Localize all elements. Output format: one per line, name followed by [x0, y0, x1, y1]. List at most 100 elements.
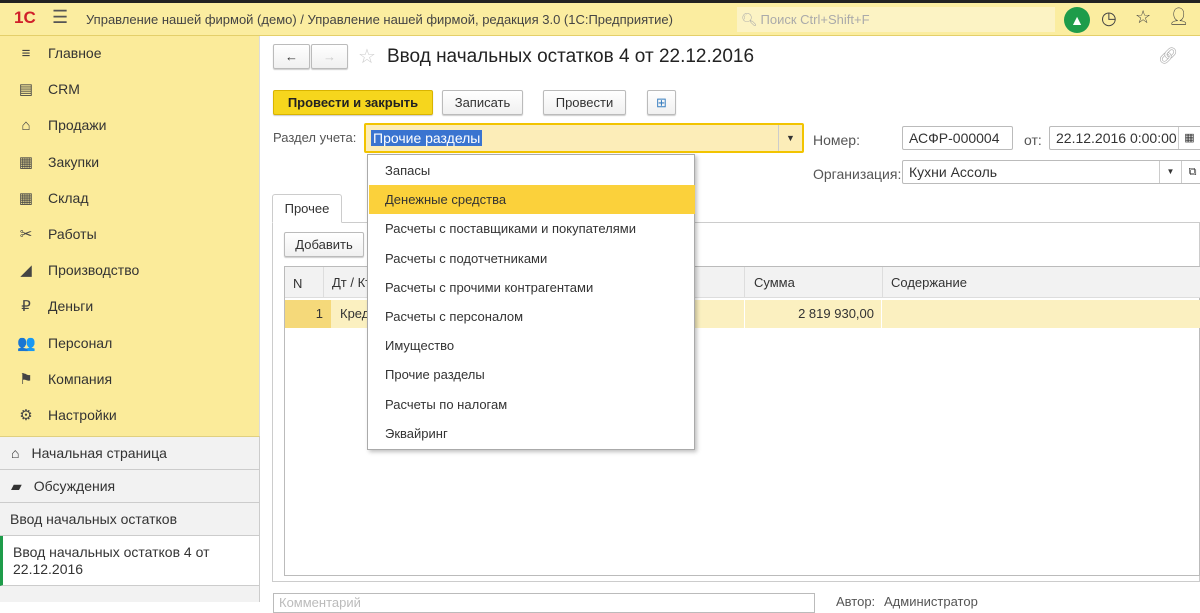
row-number: 1 — [285, 300, 331, 328]
search-placeholder: Поиск Ctrl+Shift+F — [760, 12, 870, 27]
sidebar-item-10[interactable]: ⚙ Настройки — [0, 398, 259, 432]
search-icon: 🔍︎ — [741, 11, 758, 27]
user-icon[interactable]: 👤︎ — [1168, 7, 1190, 27]
sidebar-item-2[interactable]: ⌂ Продажи — [0, 108, 259, 142]
sidebar-item-label: Деньги — [48, 298, 94, 315]
sidebar-item-9[interactable]: ⚑ Компания — [0, 362, 259, 396]
dropdown-item[interactable]: Расчеты с персоналом — [369, 302, 695, 331]
window-tab-current-label: Ввод начальных остатков 4 от 22.12.2016 — [13, 543, 210, 577]
sidebar-item-8[interactable]: 👥 Персонал — [0, 326, 259, 360]
chevron-down-icon[interactable]: ▼ — [778, 125, 802, 151]
home-page-link[interactable]: ⌂ Начальная страница — [0, 437, 259, 470]
sidebar-item-5[interactable]: ✂ Работы — [0, 217, 259, 251]
sidebar-icon: 👥 — [17, 334, 36, 352]
sidebar-icon: ▦ — [18, 153, 34, 171]
organization-value: Кухни Ассоль — [909, 164, 998, 180]
history-icon[interactable]: ◷ — [1101, 8, 1117, 29]
sidebar-item-label: Настройки — [48, 407, 117, 423]
save-button[interactable]: Записать — [442, 90, 523, 115]
dropdown-item[interactable]: Эквайринг — [369, 419, 695, 448]
dropdown-item[interactable]: Запасы — [369, 156, 695, 185]
forward-button[interactable]: → — [311, 44, 348, 69]
sidebar-item-7[interactable]: ₽ Деньги — [0, 289, 259, 323]
sidebar-icon: ⚙ — [19, 407, 33, 424]
comment-input[interactable]: Комментарий — [273, 593, 815, 613]
favorites-star-icon[interactable]: ☆ — [1135, 7, 1151, 28]
sidebar-icon: ⌂ — [21, 116, 31, 134]
column-header-sum[interactable]: Сумма — [744, 267, 795, 298]
row-sum: 2 819 930,00 — [744, 300, 882, 328]
page-title: Ввод начальных остатков 4 от 22.12.2016 — [387, 46, 755, 67]
sidebar-item-4[interactable]: ▦ Склад — [0, 181, 259, 215]
sidebar-item-label: Компания — [48, 370, 113, 387]
sidebar-item-label: Персонал — [48, 334, 113, 351]
post-and-close-button[interactable]: Провести и закрыть — [273, 90, 433, 115]
sidebar-item-0[interactable]: ≡ Главное — [0, 36, 259, 70]
date-value: 22.12.2016 0:00:00 — [1056, 130, 1177, 146]
sidebar-item-label: CRM — [48, 81, 80, 98]
sidebar-item-label: Работы — [48, 226, 97, 242]
notifications-bell-icon[interactable]: ▲ — [1064, 7, 1090, 33]
discussions-link[interactable]: ▰ Обсуждения — [0, 470, 259, 503]
calendar-icon[interactable]: ▦ — [1178, 127, 1200, 149]
dropdown-item[interactable]: Имущество — [369, 331, 695, 360]
sidebar-item-label: Закупки — [48, 153, 100, 170]
window-tab-list-label: Ввод начальных остатков — [10, 511, 178, 527]
menu-icon[interactable]: ☰ — [52, 7, 68, 28]
link-icon[interactable]: 🔗︎ — [1158, 46, 1178, 66]
dropdown-item[interactable]: Расчеты с подотчетниками — [369, 244, 695, 273]
app-title: Управление нашей фирмой (демо) / Управле… — [86, 12, 673, 27]
sidebar-icon: ₽ — [21, 298, 31, 316]
sidebar-icon: ▤ — [18, 81, 34, 99]
app-logo: 1С — [14, 8, 36, 27]
dropdown-item[interactable]: Расчеты по налогам — [369, 390, 695, 419]
chevron-down-icon[interactable]: ▼ — [1159, 161, 1181, 183]
back-button[interactable]: ← — [273, 44, 310, 69]
sidebar-item-label: Производство — [48, 262, 140, 279]
dropdown-item[interactable]: Денежные средства — [369, 185, 695, 215]
section-dropdown-list: Запасы Денежные средства Расчеты с поставщ… — [367, 154, 695, 450]
sidebar-icon: ⚑ — [19, 370, 33, 388]
tab-other[interactable]: Прочее — [272, 194, 342, 223]
sidebar-item-3[interactable]: ▦ Закупки — [0, 145, 259, 179]
sidebar-icon: ≡ — [21, 44, 31, 62]
dropdown-item[interactable]: Расчеты с прочими контрагентами — [369, 273, 695, 302]
chat-icon: ▰ — [11, 477, 22, 494]
post-button[interactable]: Провести — [543, 90, 626, 115]
sidebar-item-label: Склад — [48, 189, 89, 206]
sidebar-item-6[interactable]: ◢ Производство — [0, 253, 259, 287]
date-field[interactable]: 22.12.2016 0:00:00 ▦ — [1049, 126, 1200, 150]
sidebar-icon: ✂ — [19, 226, 33, 243]
window-tab-list[interactable]: Ввод начальных остатков — [0, 503, 259, 536]
column-header-n[interactable]: N — [293, 276, 302, 291]
top-bar: 1С ☰ Управление нашей фирмой (демо) / Уп… — [0, 0, 1200, 36]
section-select[interactable]: Прочие разделы ▼ — [364, 123, 804, 153]
sidebar-icon: ▦ — [18, 189, 34, 207]
discussions-label: Обсуждения — [33, 478, 116, 494]
sidebar-item-label: Продажи — [48, 117, 107, 134]
sidebar-icon: ◢ — [20, 262, 32, 280]
date-label: от: — [1024, 132, 1042, 148]
favorite-star-icon[interactable]: ☆ — [358, 44, 376, 69]
number-label: Номер: — [813, 132, 860, 148]
number-field[interactable]: АСФР-000004 — [902, 126, 1013, 150]
structure-icon[interactable]: ⊞ — [647, 90, 676, 115]
open-icon[interactable]: ⧉ — [1181, 161, 1200, 183]
sidebar-item-1[interactable]: ▤ CRM — [0, 72, 259, 106]
section-value: Прочие разделы — [371, 130, 483, 146]
window-tab-current[interactable]: Ввод начальных остатков 4 от 22.12.2016 — [0, 536, 259, 586]
dropdown-item[interactable]: Расчеты с поставщиками и покупателями — [369, 214, 695, 243]
home-label: Начальная страница — [31, 445, 167, 461]
add-button[interactable]: Добавить — [284, 232, 364, 257]
sidebar: ≡ Главное ▤ CRM ⌂ Продажи ▦ Закупки ▦ Склад ✂ Работ… — [0, 36, 260, 436]
column-header-dt-kt[interactable]: Дт / Кт — [323, 267, 371, 298]
dropdown-item[interactable]: Прочие разделы — [369, 360, 695, 389]
open-windows-panel: ⌂ Начальная страница ▰ Обсуждения Ввод нач… — [0, 436, 260, 602]
search-input[interactable]: 🔍︎ Поиск Ctrl+Shift+F — [737, 7, 1055, 32]
organization-label: Организация: — [813, 166, 902, 182]
organization-select[interactable]: Кухни Ассоль ▼ ⧉ — [902, 160, 1200, 184]
home-icon: ⌂ — [11, 445, 20, 461]
column-header-content[interactable]: Содержание — [882, 267, 967, 298]
section-label: Раздел учета: — [273, 130, 357, 145]
sidebar-item-label: Главное — [48, 45, 102, 61]
